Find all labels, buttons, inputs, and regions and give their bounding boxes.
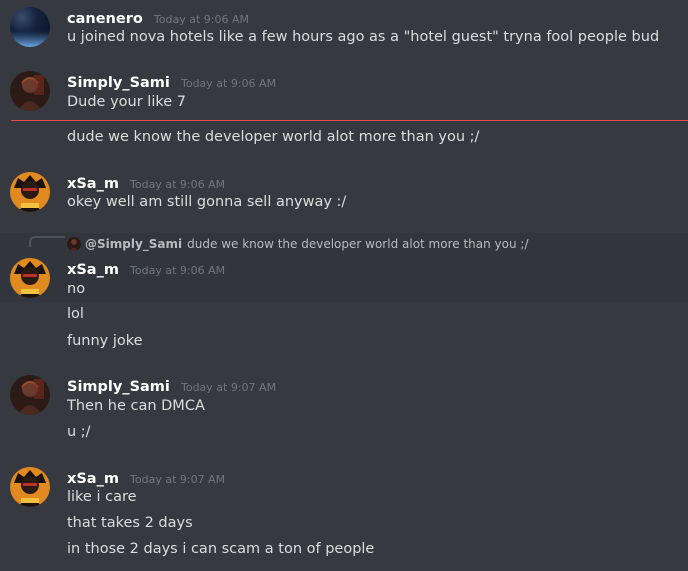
message-text: Dude your like 7 (67, 94, 186, 110)
avatar[interactable] (10, 71, 50, 111)
reply-preview[interactable]: @Simply_Sami dude we know the developer … (67, 236, 528, 252)
username[interactable]: xSa_m (67, 471, 119, 487)
reply-avatar (67, 237, 81, 251)
reply-spine (29, 236, 65, 247)
message-text: like i care (67, 489, 137, 505)
username[interactable]: xSa_m (67, 262, 119, 278)
avatar[interactable] (10, 467, 50, 507)
username[interactable]: Simply_Sami (67, 379, 170, 395)
avatar[interactable] (10, 258, 50, 298)
timestamp[interactable]: Today at 9:06 AM (181, 77, 276, 90)
username[interactable]: canenero (67, 11, 143, 27)
message-text: u joined nova hotels like a few hours ag… (67, 29, 660, 45)
username[interactable]: Simply_Sami (67, 75, 170, 91)
timestamp[interactable]: Today at 9:06 AM (130, 178, 225, 191)
avatar[interactable] (10, 375, 50, 415)
chat-message-list[interactable]: canenero Today at 9:06 AM u joined nova … (0, 0, 688, 571)
message-text: u ;/ (67, 424, 91, 440)
message-text: funny joke (67, 333, 143, 349)
reply-text[interactable]: dude we know the developer world alot mo… (187, 237, 528, 251)
timestamp[interactable]: Today at 9:07 AM (181, 381, 276, 394)
message-text: no (67, 281, 86, 297)
message-text: lol (67, 306, 84, 322)
message-text: okey well am still gonna sell anyway :/ (67, 194, 347, 210)
username[interactable]: xSa_m (67, 176, 119, 192)
message-text: that takes 2 days (67, 515, 193, 531)
timestamp[interactable]: Today at 9:06 AM (154, 13, 249, 26)
message-text: in those 2 days i can scam a ton of peop… (67, 541, 375, 557)
message-text: dude we know the developer world alot mo… (67, 129, 480, 145)
avatar[interactable] (10, 7, 50, 47)
timestamp[interactable]: Today at 9:07 AM (130, 473, 225, 486)
avatar[interactable] (10, 172, 50, 212)
message-text: Then he can DMCA (67, 398, 205, 414)
timestamp[interactable]: Today at 9:06 AM (130, 264, 225, 277)
new-messages-divider (11, 120, 688, 121)
reply-mention[interactable]: @Simply_Sami (85, 237, 182, 251)
